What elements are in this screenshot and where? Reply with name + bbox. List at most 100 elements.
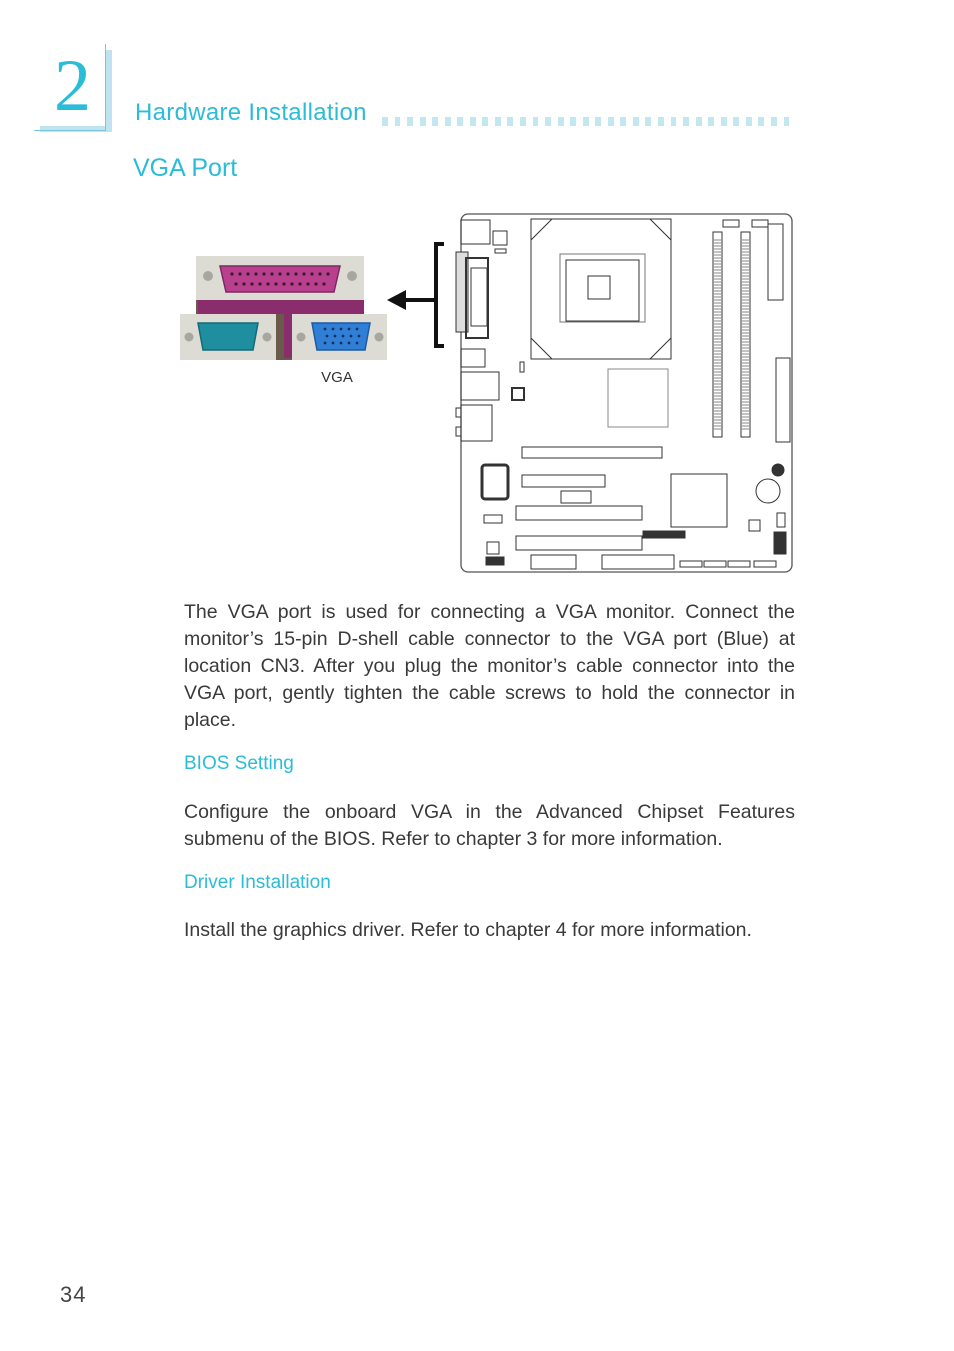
pin: [262, 272, 266, 276]
audio-jack: [455, 426, 462, 437]
bios-setting-heading: BIOS Setting: [184, 753, 294, 774]
rule-dot: [670, 117, 677, 126]
rule-dot: [419, 117, 426, 126]
pointer-arrow: [387, 242, 444, 348]
rule-dot: [520, 117, 526, 126]
fan-header: [483, 514, 503, 524]
rule-dot: [382, 117, 388, 126]
screw-icon: [296, 332, 306, 342]
vga-port: [311, 322, 371, 351]
socket-inner: [565, 259, 640, 322]
rule-dot: [758, 117, 765, 126]
rule-dot: [394, 117, 401, 126]
sata-port: [703, 560, 727, 568]
fan-header: [751, 219, 769, 228]
dimm-slot-2: [740, 231, 751, 438]
sata-port: [679, 560, 703, 568]
chip: [511, 387, 525, 401]
sata-port: [753, 560, 777, 568]
rule-dot: [557, 117, 564, 126]
port-divider: [284, 314, 292, 358]
pin: [357, 334, 361, 338]
dimm-contacts: [714, 239, 749, 430]
chip: [486, 541, 500, 555]
pin: [331, 327, 335, 331]
pin: [347, 341, 351, 345]
pci-slot-1: [515, 505, 643, 521]
rule-dot: [783, 117, 790, 126]
power-connector-4pin: [492, 230, 508, 246]
serial-port: [197, 322, 259, 351]
rule-dot: [770, 117, 777, 126]
page-number: 34: [60, 1282, 87, 1307]
arrow-head-icon: [387, 290, 406, 310]
chapter-number: 2: [54, 45, 91, 127]
rule-dot: [620, 117, 627, 126]
rule-dot: [745, 117, 752, 126]
cpu-socket: [530, 218, 672, 360]
dimm-slot-1: [712, 231, 723, 438]
rule-dot: [545, 117, 551, 126]
chapter-marker-line: [105, 44, 106, 130]
screw-icon: [347, 271, 357, 281]
chip: [748, 519, 761, 532]
lan-port: [460, 371, 500, 401]
cmos-battery: [755, 478, 781, 504]
chapter-marker-line: [34, 130, 106, 131]
pin: [355, 341, 359, 345]
pcie-x16-slot: [521, 446, 663, 459]
rule-dot: [457, 117, 464, 126]
bracket: [434, 242, 444, 348]
rule-dot: [570, 117, 577, 126]
pin: [230, 272, 234, 276]
front-panel-header: [773, 531, 787, 555]
usb-header: [485, 556, 505, 566]
ide-connector-2: [601, 554, 675, 570]
intro-paragraph: The VGA port is used for connecting a VG…: [184, 601, 795, 731]
pin: [274, 282, 278, 286]
rule-dot: [595, 117, 602, 126]
pin: [314, 282, 318, 286]
pin: [339, 327, 343, 331]
pin: [349, 334, 353, 338]
rule-dot: [708, 117, 715, 126]
pin: [282, 282, 286, 286]
pin: [325, 334, 329, 338]
pin: [339, 341, 343, 345]
motherboard-diagram: VGA: [180, 213, 793, 573]
chapter-marker-shadow: [106, 50, 112, 132]
header-pins: [642, 530, 686, 539]
page-title: VGA Port: [133, 154, 238, 182]
usb-port: [460, 348, 486, 368]
ide-connector: [775, 357, 791, 443]
vga-port-figure: VGA: [180, 210, 800, 580]
southbridge-chip: [670, 473, 728, 528]
pin: [333, 334, 337, 338]
pin: [298, 282, 302, 286]
fan-header: [722, 219, 740, 228]
rule-dot: [507, 117, 514, 126]
chapter-marker: 2: [34, 44, 112, 132]
pin: [347, 327, 351, 331]
rear-io-photo: [180, 256, 387, 360]
driver-installation-paragraph: Install the graphics driver. Refer to ch…: [184, 919, 752, 941]
pin: [266, 282, 270, 286]
bios-setting-paragraph: Configure the onboard VGA in the Advance…: [184, 801, 795, 850]
pcie-x1-slot: [521, 474, 606, 488]
rule-dot: [607, 117, 614, 126]
socket-frame: [559, 253, 646, 323]
pin: [323, 327, 327, 331]
db-connector: [470, 267, 488, 327]
driver-installation-heading: Driver Installation: [184, 872, 331, 893]
header: [560, 490, 592, 504]
super-io-chip: [480, 463, 510, 501]
pin: [246, 272, 250, 276]
pci-slot-2: [515, 535, 643, 551]
rule-dot: [733, 117, 740, 126]
screw-icon: [184, 332, 194, 342]
rule-dot: [658, 117, 664, 126]
rule-dot: [494, 117, 501, 126]
pin: [355, 327, 359, 331]
jumper: [519, 361, 525, 373]
pin: [331, 341, 335, 345]
